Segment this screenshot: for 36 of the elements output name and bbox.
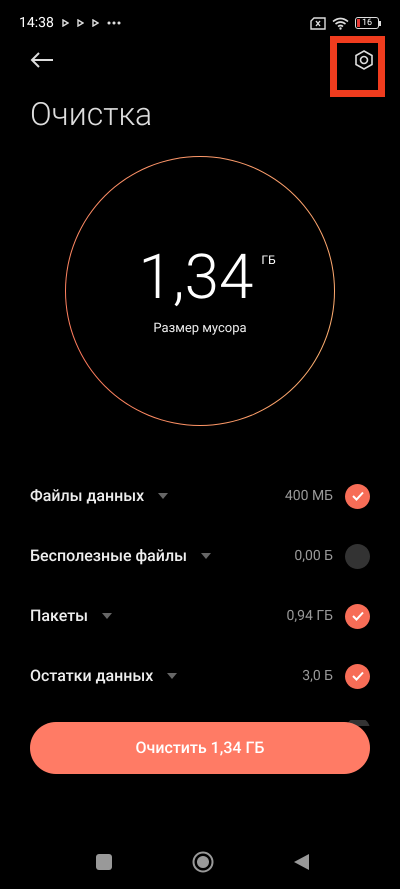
expand-caret-icon[interactable] <box>102 613 112 619</box>
checkbox[interactable] <box>345 484 370 508</box>
junk-size-value: 1,34 <box>138 243 254 314</box>
home-icon[interactable] <box>192 851 214 873</box>
wifi-icon <box>332 16 349 30</box>
battery-icon: 16 <box>355 17 381 29</box>
recents-icon[interactable] <box>96 854 112 870</box>
expand-caret-icon[interactable] <box>200 553 211 559</box>
clean-button[interactable]: Очистить 1,34 ГБ <box>30 722 370 774</box>
checkmark-icon <box>352 611 364 621</box>
checkbox[interactable] <box>345 544 370 568</box>
checkmark-icon <box>352 491 364 501</box>
back-icon[interactable] <box>294 854 308 870</box>
category-label: Бесполезные файлы <box>30 545 187 567</box>
category-label: Файлы данных <box>30 485 144 507</box>
category-label: Пакеты <box>30 605 88 627</box>
expand-caret-icon[interactable] <box>158 493 168 499</box>
category-size: 3,0 Б <box>302 666 333 686</box>
checkbox[interactable] <box>345 604 370 628</box>
category-size: 400 МБ <box>284 486 333 506</box>
checkbox[interactable] <box>345 664 370 688</box>
category-size: 0,00 Б <box>294 546 333 566</box>
category-size: 0,94 ГБ <box>286 606 333 626</box>
expand-caret-icon[interactable] <box>167 673 178 679</box>
no-sim-icon <box>310 16 326 30</box>
junk-size-caption: Размер мусора <box>153 320 247 338</box>
highlight-frame <box>330 36 385 97</box>
status-time: 14:38 <box>19 14 54 32</box>
junk-size-unit: ГБ <box>261 252 276 270</box>
back-arrow-icon[interactable] <box>30 51 54 69</box>
checkmark-icon <box>352 671 364 681</box>
category-label: Остатки данных <box>30 665 154 687</box>
page-title: Очистка <box>29 94 154 134</box>
more-icon <box>106 21 121 25</box>
checkbox[interactable] <box>346 720 370 726</box>
settings-icon[interactable] <box>353 49 375 71</box>
